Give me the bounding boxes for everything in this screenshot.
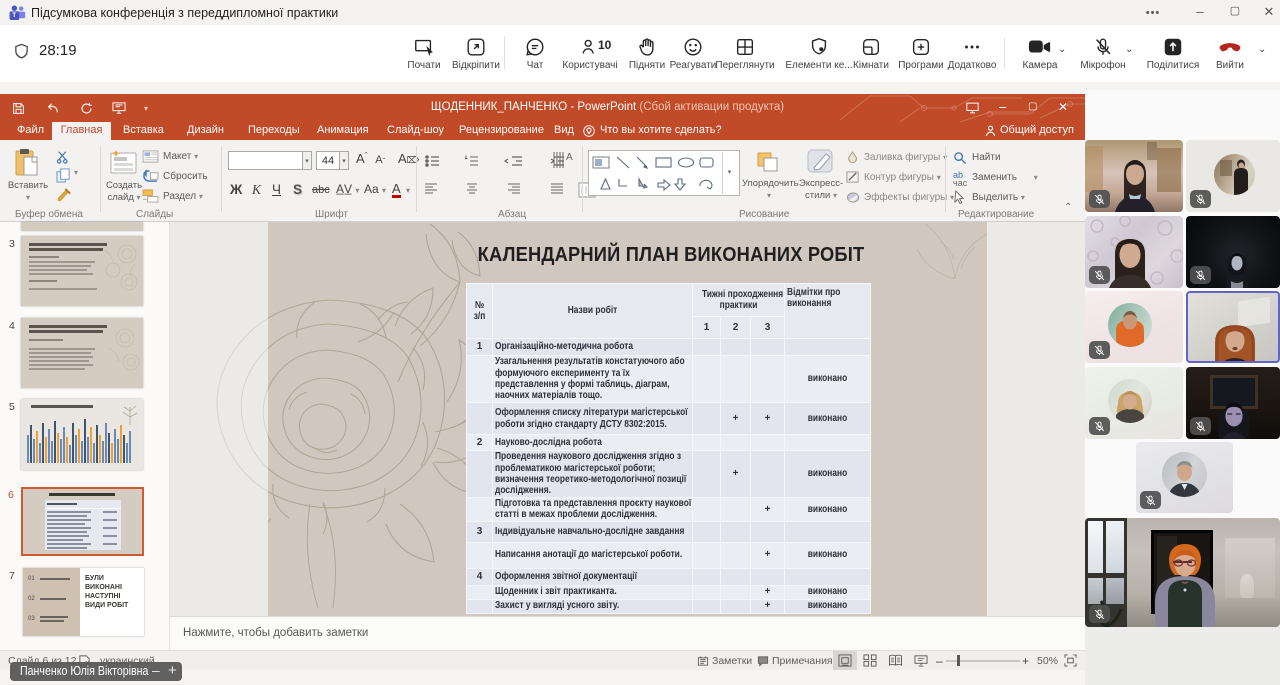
svg-text:T: T xyxy=(12,12,16,19)
